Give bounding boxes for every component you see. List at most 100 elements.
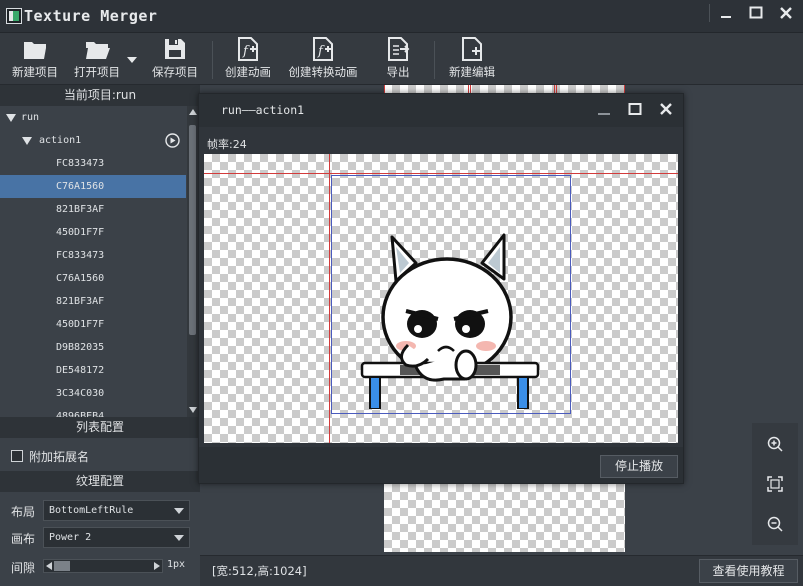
scroll-up-icon[interactable] bbox=[189, 109, 197, 115]
chevron-down-icon bbox=[174, 508, 184, 514]
tree-item[interactable]: C76A1560 bbox=[0, 175, 186, 198]
tree-item-label: 821BF3AF bbox=[56, 204, 105, 215]
tree-item[interactable]: C76A1560 bbox=[0, 267, 186, 290]
texture-atlas-preview-bottom bbox=[384, 484, 625, 552]
toolbar-separator bbox=[212, 41, 213, 79]
slider-right-icon[interactable] bbox=[154, 562, 160, 570]
status-bar: [宽:512,高:1024] 查看使用教程 bbox=[200, 555, 803, 586]
zoom-out-button[interactable] bbox=[760, 509, 790, 539]
zoom-in-icon bbox=[767, 436, 783, 452]
canvas-select[interactable]: Power 2 bbox=[43, 527, 190, 548]
tree-item[interactable]: FC833473 bbox=[0, 152, 186, 175]
maximize-icon bbox=[628, 103, 642, 115]
export-button[interactable]: 导出 bbox=[384, 36, 412, 84]
tree-scrollbar-thumb[interactable] bbox=[189, 125, 196, 335]
tree-item-label: 450D1F7F bbox=[56, 319, 105, 330]
tree-item[interactable]: 821BF3AF bbox=[0, 290, 186, 313]
tree-item-label: FC833473 bbox=[56, 250, 105, 261]
dialog-title: run——action1 bbox=[221, 103, 305, 117]
guide-line-horizontal bbox=[204, 173, 678, 174]
dialog-minimize-button[interactable] bbox=[589, 96, 619, 122]
append-ext-checkbox[interactable] bbox=[11, 450, 23, 462]
slider-thumb[interactable] bbox=[54, 561, 70, 571]
save-project-button[interactable]: 保存项目 bbox=[149, 36, 201, 84]
close-button[interactable] bbox=[771, 0, 801, 26]
svg-text:f: f bbox=[242, 44, 250, 59]
open-project-button[interactable]: 打开项目 bbox=[71, 36, 123, 84]
tree-item[interactable]: 450D1F7F bbox=[0, 313, 186, 336]
tree-item[interactable]: FC833473 bbox=[0, 244, 186, 267]
append-ext-label: 附加拓展名 bbox=[29, 450, 90, 464]
tree-item[interactable]: 821BF3AF bbox=[0, 198, 186, 221]
close-icon bbox=[660, 103, 672, 115]
help-tutorial-button[interactable]: 查看使用教程 bbox=[699, 559, 798, 583]
current-project-header: 当前项目:run bbox=[0, 85, 200, 106]
new-project-button[interactable]: 新建项目 bbox=[9, 36, 61, 84]
dialog-close-button[interactable] bbox=[651, 96, 681, 122]
expand-arrow-icon[interactable] bbox=[6, 114, 16, 122]
texture-config-header: 纹理配置 bbox=[0, 471, 200, 492]
gap-label: 间隙 bbox=[11, 561, 36, 575]
zoom-in-button[interactable] bbox=[760, 429, 790, 459]
new-edit-button[interactable]: 新建编辑 bbox=[446, 36, 498, 84]
list-config-header: 列表配置 bbox=[0, 417, 200, 438]
tree-item-label: DE548172 bbox=[56, 365, 105, 376]
minimize-button[interactable] bbox=[711, 0, 741, 26]
scroll-down-icon[interactable] bbox=[189, 407, 197, 413]
title-bar: Texture Merger bbox=[0, 0, 803, 33]
layout-label: 布局 bbox=[11, 505, 36, 519]
layout-select[interactable]: BottomLeftRule bbox=[43, 500, 190, 521]
play-icon[interactable] bbox=[165, 133, 180, 148]
fps-label: 帧率:24 bbox=[207, 138, 247, 151]
tree-item-label: 821BF3AF bbox=[56, 296, 105, 307]
folder-icon bbox=[24, 42, 46, 59]
create-transform-animation-button[interactable]: f 创建转换动画 bbox=[286, 36, 360, 84]
tree-item[interactable]: D9B82035 bbox=[0, 336, 186, 359]
toolbar-separator bbox=[434, 41, 435, 79]
chevron-down-icon bbox=[174, 535, 184, 541]
zoom-controls bbox=[752, 423, 798, 545]
tree-item-label: 3C34C030 bbox=[56, 388, 105, 399]
close-icon bbox=[780, 7, 792, 19]
maximize-icon bbox=[749, 6, 763, 19]
tree-item-label: C76A1560 bbox=[56, 273, 105, 284]
tree-item-label: 4896BEB4 bbox=[56, 411, 105, 417]
tree-item-label: 450D1F7F bbox=[56, 227, 105, 238]
animation-stage bbox=[204, 154, 678, 443]
save-icon bbox=[165, 39, 185, 59]
tree-item[interactable]: 3C34C030 bbox=[0, 382, 186, 405]
stop-playback-button[interactable]: 停止播放 bbox=[600, 455, 678, 478]
tree-item[interactable]: 4896BEB4 bbox=[0, 405, 186, 417]
guide-line-vertical bbox=[329, 154, 330, 443]
tree-item[interactable]: DE548172 bbox=[0, 359, 186, 382]
gap-slider[interactable] bbox=[43, 559, 163, 573]
gap-value: 1px bbox=[167, 559, 186, 570]
create-animation-button[interactable]: f 创建动画 bbox=[222, 36, 274, 84]
app-title: Texture Merger bbox=[24, 7, 158, 25]
project-tree: run action1 FC833473 C76A1560 821BF3AF 450D… bbox=[0, 106, 200, 417]
maximize-button[interactable] bbox=[741, 0, 771, 26]
character-sprite bbox=[360, 233, 540, 409]
tree-item-label: C76A1560 bbox=[56, 181, 105, 192]
tree-item-label: D9B82035 bbox=[56, 342, 105, 353]
minimize-icon bbox=[598, 113, 610, 115]
animation-file-icon: f bbox=[238, 37, 258, 61]
slider-left-icon[interactable] bbox=[46, 562, 52, 570]
fit-view-button[interactable] bbox=[760, 469, 790, 499]
left-panel: 当前项目:run run action1 FC833473 C76A1560 821… bbox=[0, 85, 200, 586]
tree-item-label: FC833473 bbox=[56, 158, 105, 169]
folder-open-icon bbox=[86, 42, 110, 59]
canvas-label: 画布 bbox=[11, 532, 36, 546]
open-project-dropdown-icon[interactable] bbox=[127, 57, 137, 63]
dialog-maximize-button[interactable] bbox=[620, 96, 650, 122]
expand-arrow-icon[interactable] bbox=[22, 137, 32, 145]
transform-animation-icon: f bbox=[313, 37, 333, 61]
app-logo-icon bbox=[6, 8, 22, 24]
tree-group-row[interactable]: action1 bbox=[0, 129, 186, 152]
fit-view-icon bbox=[767, 476, 783, 492]
export-icon bbox=[388, 37, 410, 61]
tree-root-row[interactable]: run bbox=[0, 106, 186, 129]
texture-size-text: [宽:512,高:1024] bbox=[212, 564, 307, 578]
minimize-icon bbox=[721, 16, 731, 18]
tree-item[interactable]: 450D1F7F bbox=[0, 221, 186, 244]
